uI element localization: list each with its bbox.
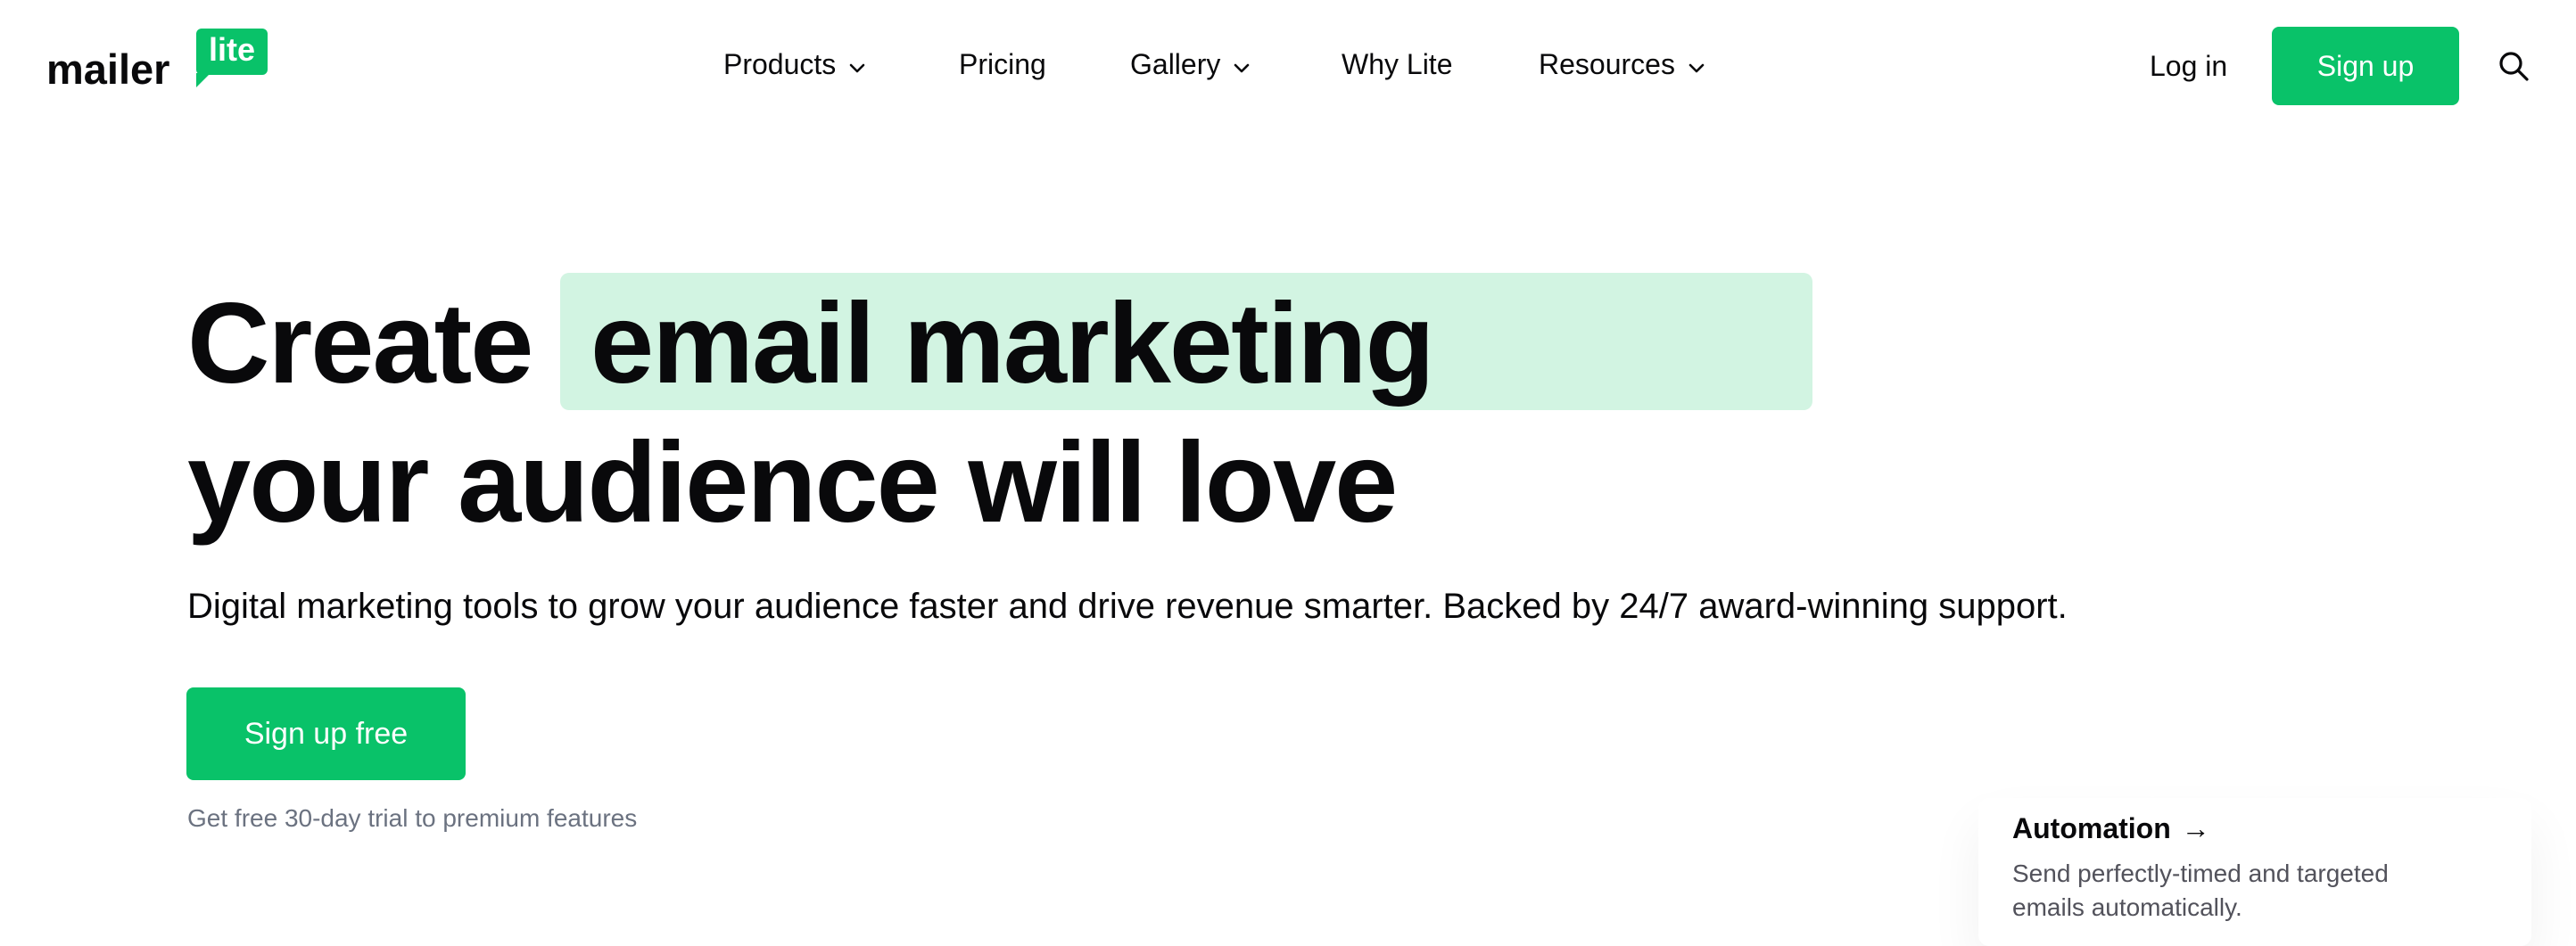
chevron-down-icon — [1688, 43, 1705, 86]
nav-item-pricing[interactable]: Pricing — [959, 43, 1046, 86]
chevron-down-icon — [848, 43, 866, 86]
nav-item-why-lite[interactable]: Why Lite — [1342, 43, 1452, 86]
nav-item-label: Pricing — [959, 48, 1046, 80]
hero-title-start: Create — [187, 280, 533, 407]
mailerlite-logo[interactable]: mailer lite — [46, 27, 269, 93]
feature-title-text: Automation — [2012, 812, 2171, 844]
hero-title-line-2: your audience will love — [187, 419, 1398, 547]
nav-item-label: Why Lite — [1342, 48, 1453, 80]
nav-item-label: Resources — [1539, 48, 1675, 80]
nav-item-products[interactable]: Products — [723, 43, 866, 88]
nav-item-gallery[interactable]: Gallery — [1130, 43, 1251, 88]
hero-subtitle: Digital marketing tools to grow your aud… — [187, 587, 2068, 626]
logo-badge: lite — [196, 29, 268, 87]
login-link[interactable]: Log in — [2150, 45, 2227, 87]
logo-badge-text: lite — [208, 31, 255, 68]
logo-wordmark: mailer — [46, 45, 170, 93]
nav-item-resources[interactable]: Resources — [1539, 43, 1705, 88]
nav-item-label: Products — [723, 48, 837, 80]
trial-note: Get free 30-day trial to premium feature… — [187, 804, 638, 832]
feature-card-automation[interactable]: Automation → Send perfectly-timed and tar… — [1978, 798, 2531, 946]
feature-title: Automation → — [2012, 809, 2210, 848]
feature-description: Send perfectly-timed and targeted emails… — [2012, 860, 2389, 921]
signup-free-button[interactable]: Sign up free — [186, 687, 466, 780]
chevron-down-icon — [1233, 43, 1251, 86]
search-icon[interactable] — [2498, 50, 2530, 82]
nav-item-label: Gallery — [1130, 48, 1221, 80]
hero-title-highlight: email marketing — [590, 280, 1435, 407]
signup-button[interactable]: Sign up — [2272, 27, 2459, 105]
arrow-right-icon: → — [2181, 812, 2210, 844]
landing-page: mailer lite Products Pricing Gallery Why… — [0, 0, 2576, 946]
